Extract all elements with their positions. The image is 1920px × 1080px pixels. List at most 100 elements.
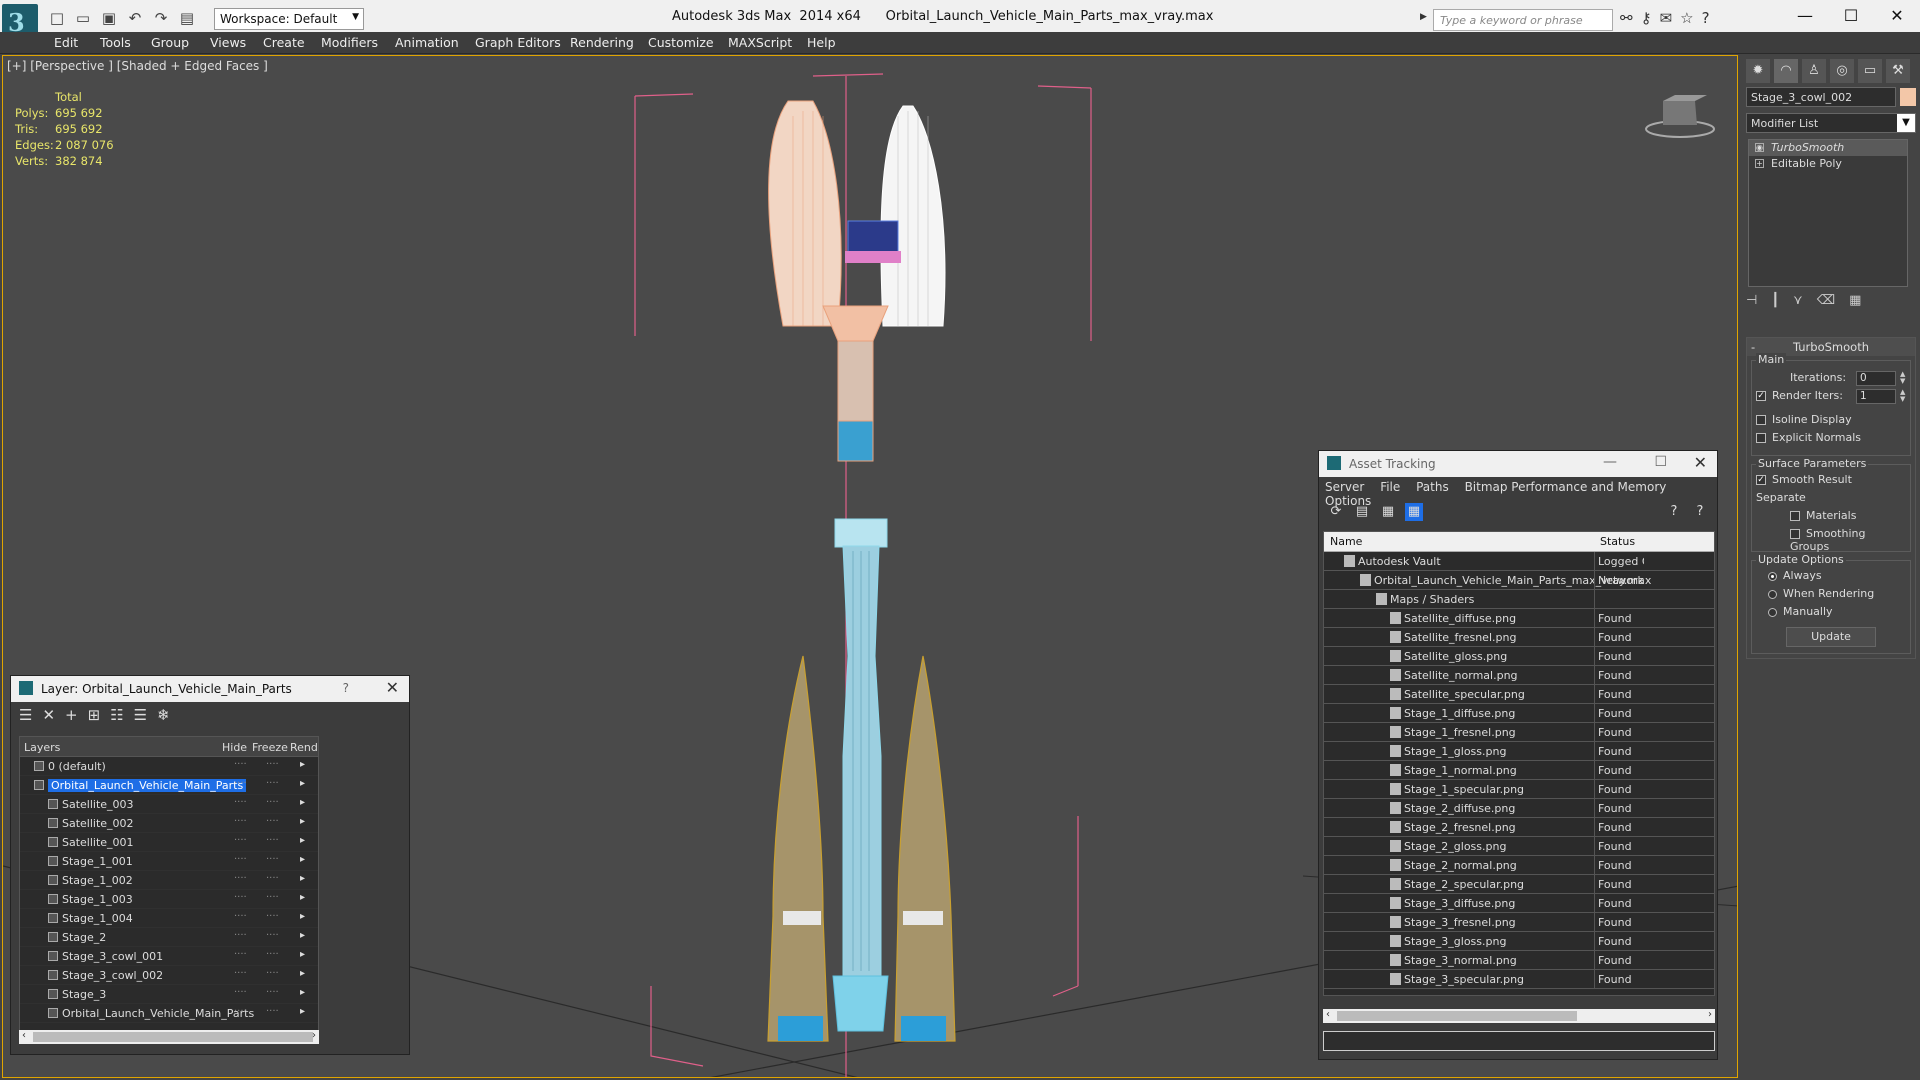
col-render[interactable]: Render: [290, 741, 318, 754]
new-layer-icon[interactable]: ☰: [19, 706, 32, 724]
modifier-list-dropdown[interactable]: Modifier List ▼: [1746, 113, 1916, 133]
asset-row[interactable]: Stage_3_gloss.png Found: [1324, 932, 1714, 951]
asset-row[interactable]: Maps / Shaders: [1324, 590, 1714, 609]
show-end-result-icon[interactable]: ┃: [1771, 293, 1779, 308]
display-tab-icon[interactable]: ▭: [1858, 59, 1882, 83]
layer-row[interactable]: Stage_1_001 ···· ···· ▸: [20, 852, 318, 871]
save-icon[interactable]: ▣: [100, 9, 118, 27]
menu-server[interactable]: Server: [1325, 480, 1364, 494]
freeze-all-layers-icon[interactable]: ❄: [157, 706, 170, 724]
create-tab-icon[interactable]: ✹: [1746, 59, 1770, 83]
object-name-field[interactable]: Stage_3_cowl_002: [1746, 87, 1896, 107]
make-unique-icon[interactable]: ⋎: [1793, 293, 1803, 308]
asset-row[interactable]: Stage_2_normal.png Found: [1324, 856, 1714, 875]
modify-tab-icon[interactable]: ◠: [1774, 59, 1798, 83]
vault-help-icon[interactable]: ?: [1665, 503, 1683, 521]
table-view-icon[interactable]: ▦: [1405, 503, 1423, 521]
always-radio[interactable]: [1768, 571, 1777, 581]
menu-create[interactable]: Create: [263, 35, 305, 50]
refresh-icon[interactable]: ⟳: [1327, 503, 1345, 521]
col-layers[interactable]: Layers: [24, 741, 60, 754]
freeze-toggle[interactable]: ····: [266, 873, 279, 884]
spinner-arrows-icon[interactable]: ▲ ▼: [1900, 389, 1905, 403]
materials-checkbox[interactable]: [1790, 511, 1800, 521]
hide-toggle[interactable]: ····: [234, 892, 247, 903]
smoothing-groups-checkbox[interactable]: [1790, 529, 1800, 539]
close-icon[interactable]: ✕: [1874, 0, 1920, 32]
render-toggle-icon[interactable]: ▸: [300, 778, 305, 789]
menu-customize[interactable]: Customize: [648, 35, 714, 50]
list-view-icon[interactable]: ▤: [1353, 503, 1371, 521]
render-toggle-icon[interactable]: ▸: [300, 1006, 305, 1017]
freeze-toggle[interactable]: ····: [266, 797, 279, 808]
spinner-arrows-icon[interactable]: ▲ ▼: [1900, 371, 1905, 385]
layer-row[interactable]: Stage_3_cowl_001 ···· ···· ▸: [20, 947, 318, 966]
maximize-icon[interactable]: ☐: [1828, 0, 1874, 32]
thumbnail-view-icon[interactable]: ▦: [1379, 503, 1397, 521]
stack-item-editable-poly[interactable]: + Editable Poly: [1749, 156, 1907, 172]
select-in-layer-icon[interactable]: ⊞: [88, 706, 101, 724]
asset-row[interactable]: Satellite_specular.png Found: [1324, 685, 1714, 704]
expand-icon[interactable]: +: [1755, 159, 1764, 168]
object-color-swatch[interactable]: [1900, 88, 1916, 106]
configure-sets-icon[interactable]: ▦: [1849, 293, 1861, 308]
asset-row[interactable]: Stage_1_diffuse.png Found: [1324, 704, 1714, 723]
render-toggle-icon[interactable]: ▸: [300, 930, 305, 941]
menu-group[interactable]: Group: [151, 35, 189, 50]
hide-toggle[interactable]: ····: [234, 930, 247, 941]
binoculars-icon[interactable]: ⚯: [1620, 9, 1633, 27]
menu-views[interactable]: Views: [210, 35, 246, 50]
scroll-thumb[interactable]: [1337, 1011, 1577, 1021]
layer-row[interactable]: Stage_1_002 ···· ···· ▸: [20, 871, 318, 890]
asset-row[interactable]: Satellite_fresnel.png Found: [1324, 628, 1714, 647]
add-to-layer-icon[interactable]: +: [65, 706, 78, 724]
hide-toggle[interactable]: ····: [234, 911, 247, 922]
workspace-dropdown[interactable]: Workspace: Default ▼: [214, 8, 364, 30]
minimize-icon[interactable]: —: [1782, 0, 1828, 32]
asset-row[interactable]: Stage_3_diffuse.png Found: [1324, 894, 1714, 913]
delete-layer-icon[interactable]: ✕: [42, 706, 55, 724]
communication-icon[interactable]: ✉: [1660, 9, 1673, 27]
undo-icon[interactable]: ↶: [126, 9, 144, 27]
remove-modifier-icon[interactable]: ⌫: [1817, 293, 1835, 308]
hide-toggle[interactable]: ····: [234, 759, 247, 770]
menu-help[interactable]: Help: [807, 35, 836, 50]
asset-row[interactable]: Autodesk Vault Logged O: [1324, 552, 1714, 571]
asset-row[interactable]: Stage_3_specular.png Found: [1324, 970, 1714, 989]
menu-maxscript[interactable]: MAXScript: [728, 35, 792, 50]
freeze-toggle[interactable]: ····: [266, 1006, 279, 1017]
hide-toggle[interactable]: ····: [234, 797, 247, 808]
when-rendering-radio[interactable]: [1768, 589, 1777, 599]
project-folder-icon[interactable]: ▤: [178, 9, 196, 27]
render-toggle-icon[interactable]: ▸: [300, 797, 305, 808]
menu-graph-editors[interactable]: Graph Editors: [475, 35, 561, 50]
utilities-tab-icon[interactable]: ⚒: [1886, 59, 1910, 83]
help-icon[interactable]: ?: [1702, 9, 1710, 27]
menu-rendering[interactable]: Rendering: [570, 35, 634, 50]
close-icon[interactable]: ✕: [386, 678, 399, 697]
freeze-toggle[interactable]: ····: [266, 930, 279, 941]
freeze-toggle[interactable]: ····: [266, 949, 279, 960]
layer-row[interactable]: Stage_2 ···· ···· ▸: [20, 928, 318, 947]
layer-row[interactable]: Orbital_Launch_Vehicle_Main_Parts ···· ···…: [20, 1004, 318, 1023]
asset-row[interactable]: Stage_1_normal.png Found: [1324, 761, 1714, 780]
asset-path-field[interactable]: [1323, 1031, 1715, 1051]
scroll-thumb[interactable]: [33, 1032, 313, 1042]
freeze-toggle[interactable]: ····: [266, 854, 279, 865]
col-status[interactable]: Status: [1600, 535, 1635, 548]
col-freeze[interactable]: Freeze: [252, 741, 288, 754]
scroll-left-icon[interactable]: ‹: [1326, 1009, 1330, 1020]
freeze-toggle[interactable]: ····: [266, 987, 279, 998]
close-icon[interactable]: ✕: [1694, 453, 1707, 472]
layer-row[interactable]: Satellite_003 ···· ···· ▸: [20, 795, 318, 814]
bulb-icon[interactable]: ◉: [1755, 143, 1764, 152]
explicit-normals-checkbox[interactable]: [1756, 433, 1766, 443]
hide-toggle[interactable]: ····: [234, 854, 247, 865]
render-toggle-icon[interactable]: ▸: [300, 987, 305, 998]
col-name[interactable]: Name: [1330, 535, 1362, 548]
hide-toggle[interactable]: ····: [234, 968, 247, 979]
asset-row[interactable]: Stage_1_fresnel.png Found: [1324, 723, 1714, 742]
render-toggle-icon[interactable]: ▸: [300, 816, 305, 827]
stack-item-turbosmooth[interactable]: ◉ TurboSmooth: [1749, 140, 1907, 156]
freeze-toggle[interactable]: ····: [266, 816, 279, 827]
